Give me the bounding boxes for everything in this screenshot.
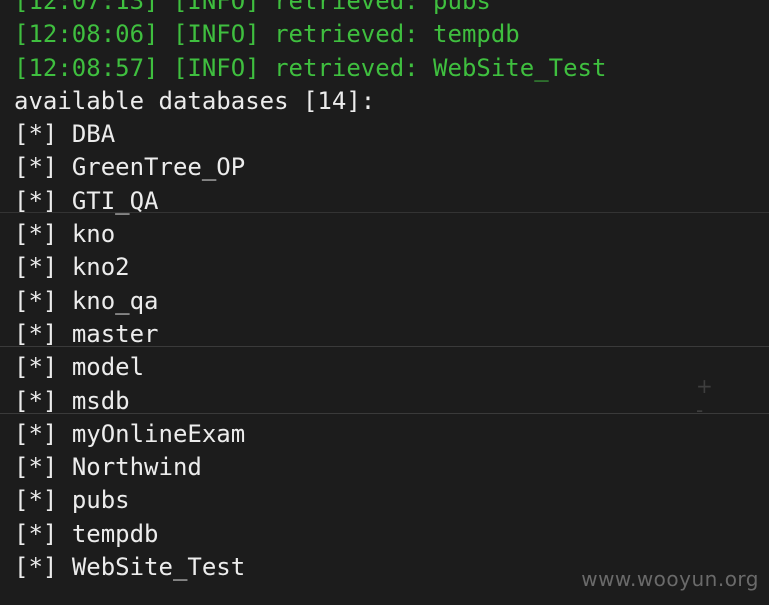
database-item: [*] tempdb [14,519,159,548]
watermark: www.wooyun.org [581,567,759,591]
database-item: [*] WebSite_Test [14,553,246,582]
database-item: [*] kno [14,220,116,249]
database-item: [*] Northwind [14,453,202,482]
terminal-window: + - [12:07:13] [INFO] retrieved: pubs [1… [0,0,769,605]
database-item: [*] GreenTree_OP [14,153,246,182]
databases-summary: available databases [14]: [14,86,376,115]
database-item: [*] msdb [14,386,130,415]
database-item: [*] model [14,353,145,382]
terminal-output: [12:07:13] [INFO] retrieved: pubs [12:08… [14,0,606,584]
log-line: [12:08:06] [INFO] retrieved: tempdb [14,20,520,49]
database-item: [*] pubs [14,486,130,515]
database-item: [*] kno2 [14,253,130,282]
log-line: [12:07:13] [INFO] retrieved: pubs [14,0,491,15]
database-item: [*] DBA [14,120,116,149]
ghost-zoom-controls: + - [696,374,741,422]
database-item: [*] myOnlineExam [14,419,246,448]
database-item: [*] GTI_QA [14,186,159,215]
log-line: [12:08:57] [INFO] retrieved: WebSite_Tes… [14,53,607,82]
database-item: [*] master [14,319,159,348]
database-item: [*] kno_qa [14,286,159,315]
